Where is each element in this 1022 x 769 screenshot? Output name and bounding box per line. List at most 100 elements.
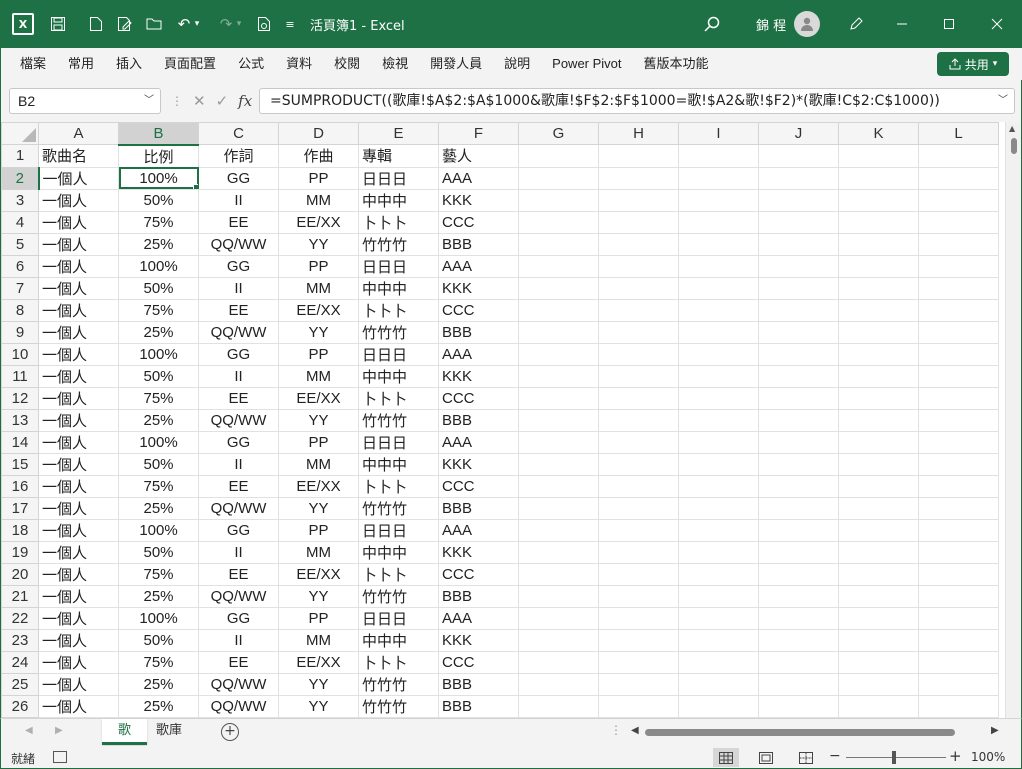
minimize-icon[interactable] xyxy=(888,10,916,38)
cell[interactable]: YY xyxy=(278,320,359,344)
cell[interactable]: 竹竹竹 xyxy=(358,232,439,256)
share-button[interactable]: 共用 ▾ xyxy=(937,52,1009,76)
cell[interactable] xyxy=(758,650,839,674)
cell[interactable] xyxy=(918,430,999,454)
column-header[interactable]: F xyxy=(438,122,519,145)
cell[interactable]: 75% xyxy=(118,210,199,234)
cell[interactable]: II xyxy=(198,628,279,652)
cell[interactable]: 比例 xyxy=(118,144,199,168)
cell[interactable]: PP xyxy=(278,606,359,630)
cell[interactable] xyxy=(518,408,599,432)
cell[interactable] xyxy=(518,452,599,476)
cell[interactable]: II xyxy=(198,276,279,300)
cell[interactable]: 25% xyxy=(118,694,199,718)
cell[interactable] xyxy=(838,166,919,190)
cell[interactable] xyxy=(598,254,679,278)
cell[interactable]: 竹竹竹 xyxy=(358,408,439,432)
cell[interactable]: 50% xyxy=(118,276,199,300)
expand-formula-icon[interactable]: ﹀ xyxy=(998,89,1008,113)
cell[interactable]: 75% xyxy=(118,474,199,498)
cell[interactable] xyxy=(518,540,599,564)
search-icon[interactable] xyxy=(698,10,726,38)
cell[interactable] xyxy=(598,672,679,696)
ribbon-tab[interactable]: 檢視 xyxy=(371,55,419,73)
cell[interactable] xyxy=(918,584,999,608)
cell[interactable] xyxy=(758,342,839,366)
ribbon-tab[interactable]: 開發人員 xyxy=(419,55,493,73)
cell[interactable] xyxy=(678,386,759,410)
cell[interactable]: 一個人 xyxy=(38,188,119,212)
cell[interactable]: QQ/WW xyxy=(198,672,279,696)
row-header[interactable]: 19 xyxy=(1,540,39,564)
cell[interactable] xyxy=(918,276,999,300)
cell[interactable]: 一個人 xyxy=(38,276,119,300)
cell[interactable] xyxy=(678,584,759,608)
cell[interactable]: KKK xyxy=(438,188,519,212)
cell[interactable] xyxy=(598,386,679,410)
ribbon-tab[interactable]: 頁面配置 xyxy=(153,55,227,73)
cell[interactable]: MM xyxy=(278,188,359,212)
cell[interactable]: GG xyxy=(198,606,279,630)
cell[interactable]: 一個人 xyxy=(38,342,119,366)
column-header[interactable]: D xyxy=(278,122,359,145)
row-header[interactable]: 2 xyxy=(1,166,40,190)
cell[interactable]: 一個人 xyxy=(38,584,119,608)
cell[interactable] xyxy=(918,144,999,168)
cell[interactable] xyxy=(678,628,759,652)
column-header[interactable]: G xyxy=(518,122,599,145)
row-header[interactable]: 20 xyxy=(1,562,39,586)
cell[interactable]: QQ/WW xyxy=(198,232,279,256)
ribbon-tab[interactable]: 檔案 xyxy=(9,55,57,73)
cell[interactable]: AAA xyxy=(438,254,519,278)
cell[interactable]: EE xyxy=(198,562,279,586)
cell[interactable] xyxy=(838,672,919,696)
cell[interactable]: 中中中 xyxy=(358,628,439,652)
cell[interactable]: AAA xyxy=(438,430,519,454)
row-header[interactable]: 7 xyxy=(1,276,39,300)
cell[interactable] xyxy=(518,320,599,344)
print-preview-icon[interactable] xyxy=(250,10,278,38)
cell[interactable]: EE xyxy=(198,650,279,674)
cell[interactable] xyxy=(838,210,919,234)
cell[interactable]: 25% xyxy=(118,584,199,608)
cell[interactable]: 卜卜卜 xyxy=(358,474,439,498)
cell[interactable]: KKK xyxy=(438,628,519,652)
cell[interactable]: 作曲 xyxy=(278,144,359,168)
cell[interactable] xyxy=(918,518,999,542)
cell[interactable] xyxy=(598,364,679,388)
normal-view-icon[interactable] xyxy=(713,748,739,767)
cell[interactable] xyxy=(678,540,759,564)
cell[interactable]: 中中中 xyxy=(358,188,439,212)
cell[interactable]: CCC xyxy=(438,298,519,322)
cell[interactable]: GG xyxy=(198,342,279,366)
ribbon-tab[interactable]: 校閱 xyxy=(323,55,371,73)
cell-table[interactable]: ABCDEFGHIJKL 1 歌曲名 比例 作詞 作曲 專輯 藝人 2 一個人 100% GG PP 日… xyxy=(1,122,999,718)
cell[interactable]: 25% xyxy=(118,672,199,696)
cell[interactable]: 藝人 xyxy=(438,144,519,168)
cell[interactable] xyxy=(838,628,919,652)
cell[interactable]: 50% xyxy=(118,540,199,564)
cell[interactable] xyxy=(678,166,759,190)
cell[interactable]: 一個人 xyxy=(38,672,119,696)
column-header[interactable]: B xyxy=(118,122,199,146)
row-header[interactable]: 21 xyxy=(1,584,39,608)
cell[interactable] xyxy=(918,496,999,520)
cell[interactable] xyxy=(758,408,839,432)
cell[interactable] xyxy=(678,474,759,498)
cell[interactable] xyxy=(518,430,599,454)
cell[interactable] xyxy=(598,496,679,520)
cell[interactable] xyxy=(758,364,839,388)
cell[interactable] xyxy=(918,562,999,586)
cell[interactable] xyxy=(758,276,839,300)
cell[interactable] xyxy=(758,210,839,234)
worksheet-grid[interactable]: ABCDEFGHIJKL 1 歌曲名 比例 作詞 作曲 專輯 藝人 2 一個人 100% GG PP 日… xyxy=(0,122,1022,718)
cell[interactable] xyxy=(918,650,999,674)
cell[interactable]: 專輯 xyxy=(358,144,439,168)
page-layout-view-icon[interactable] xyxy=(753,748,779,767)
cell[interactable] xyxy=(918,364,999,388)
row-header[interactable]: 17 xyxy=(1,496,39,520)
cell[interactable]: II xyxy=(198,188,279,212)
cell[interactable]: 50% xyxy=(118,628,199,652)
cell[interactable]: EE xyxy=(198,386,279,410)
cell[interactable] xyxy=(918,166,999,190)
